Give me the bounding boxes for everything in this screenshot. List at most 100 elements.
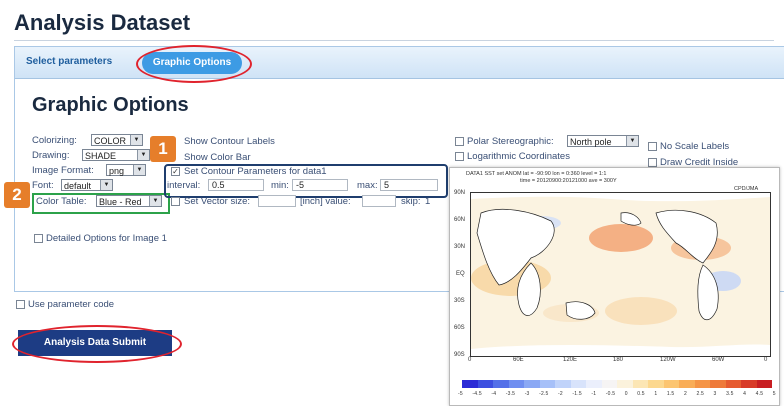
chevron-down-icon: ▼ (626, 136, 638, 146)
log-coords-checkbox[interactable] (455, 152, 464, 161)
chevron-down-icon: ▼ (130, 135, 142, 145)
color-scale-tick-label: -4 (491, 391, 497, 397)
colorizing-value: COLOR (94, 136, 127, 146)
highlight-oval-tab (136, 45, 252, 83)
color-scale-swatch (694, 380, 710, 388)
lat-label: 60N (454, 217, 466, 223)
drawing-value: SHADE (85, 151, 117, 161)
lat-label: 90S (454, 352, 465, 358)
lon-label: 120W (660, 357, 676, 363)
set-vector-checkbox[interactable] (171, 197, 180, 206)
color-scale-tick-label: 0.5 (637, 391, 645, 397)
lon-label: 120E (563, 357, 578, 363)
lon-label: 60W (712, 357, 725, 363)
set-vector-label: Set Vector size: (184, 196, 251, 207)
map-svg (471, 193, 770, 356)
detailed-options-checkbox[interactable] (34, 234, 43, 243)
color-scale-swatch (586, 380, 602, 388)
color-scale-bar (462, 380, 772, 388)
use-param-code-checkbox[interactable] (16, 300, 25, 309)
drawing-label: Drawing: (32, 150, 70, 161)
image-format-select[interactable]: png ▼ (106, 164, 146, 176)
color-scale-tick-label: 1 (654, 391, 658, 397)
lon-label: 180 (613, 357, 624, 363)
color-scale-tick-label: -1 (591, 391, 597, 397)
color-scale-tick-label: 2 (683, 391, 687, 397)
highlight-oval-submit (12, 325, 182, 363)
lat-label: EQ (456, 271, 465, 277)
page-title: Analysis Dataset (14, 10, 191, 35)
color-scale-tick-label: -2.5 (539, 391, 549, 397)
vector-value-input[interactable] (362, 195, 396, 207)
lat-label: 30S (454, 298, 465, 304)
map-header-line2: time = 20120900:20121000 ave = 300Y (520, 178, 617, 184)
sst-anomaly-map (470, 192, 771, 357)
colorizing-label: Colorizing: (32, 135, 77, 146)
font-label: Font: (32, 180, 54, 191)
show-color-bar-label[interactable]: Show Color Bar (184, 152, 251, 163)
color-scale-swatch (632, 380, 648, 388)
detailed-options-label: Detailed Options for Image 1 (46, 233, 167, 244)
color-scale-tick-label: -3.5 (505, 391, 516, 397)
font-value: default (64, 181, 92, 191)
color-scale-swatch (663, 380, 679, 388)
vector-size-input[interactable] (258, 195, 296, 207)
color-scale-swatch (710, 380, 726, 388)
use-param-code-label: Use parameter code (28, 299, 115, 310)
chevron-down-icon: ▼ (137, 150, 149, 160)
polar-select[interactable]: North pole ▼ (567, 135, 639, 147)
no-scale-label: No Scale Labels (660, 141, 730, 152)
colorizing-select[interactable]: COLOR ▼ (91, 134, 143, 146)
polar-label: Polar Stereographic: (467, 136, 554, 147)
color-scale-swatch (539, 380, 555, 388)
color-scale-swatch (524, 380, 540, 388)
vector-inch-label: [inch] value: (300, 196, 351, 207)
color-scale-swatch (570, 380, 586, 388)
color-scale-tick-label: 2.5 (696, 391, 705, 397)
polar-checkbox[interactable] (455, 137, 464, 146)
skip-value[interactable]: 1 (425, 196, 430, 207)
section-title: Graphic Options (32, 94, 189, 116)
color-scale-swatch (555, 380, 571, 388)
highlight-box-contour (164, 164, 448, 198)
chevron-down-icon: ▼ (100, 180, 112, 190)
show-contour-labels-label[interactable]: Show Contour Labels (184, 136, 275, 147)
color-scale-tick-label: 3.5 (726, 391, 734, 397)
color-scale-swatch (601, 380, 617, 388)
chevron-down-icon: ▼ (133, 165, 145, 175)
color-scale-swatch (756, 380, 772, 388)
skip-label: skip: (401, 196, 421, 207)
color-scale-swatch (617, 380, 633, 388)
lat-label: 90N (454, 190, 466, 196)
color-scale-tick-label: 4.5 (755, 391, 764, 397)
polar-value: North pole (570, 137, 612, 147)
highlight-box-color-table (32, 193, 170, 214)
color-scale-swatch (679, 380, 695, 388)
color-scale-swatch (493, 380, 509, 388)
color-scale-swatch (725, 380, 741, 388)
color-scale-tick-label: -3 (524, 391, 530, 397)
draw-credit-checkbox[interactable] (648, 158, 657, 167)
color-scale-labels: -5 -4.5 -4 -3.5 -3 -2.5 -2 -1.5 -1 -0.5 0 0.5 1 1.5 2 2… (458, 391, 776, 397)
map-header-line1: DATA1 SST set ANOM lat = -90:90 lon = 0:… (466, 171, 607, 177)
font-select[interactable]: default ▼ (61, 179, 113, 191)
color-scale-swatch (508, 380, 524, 388)
color-scale-swatch (477, 380, 493, 388)
color-scale-tick-label: -0.5 (605, 391, 616, 397)
color-scale-tick-label: 5 (772, 391, 776, 397)
color-scale-swatch (741, 380, 757, 388)
color-scale-tick-label: -5 (458, 391, 463, 397)
color-scale-tick-label: 3 (713, 391, 717, 397)
tab-bar (15, 47, 784, 79)
step-badge-2: 2 (4, 182, 30, 208)
color-scale-tick-label: -4.5 (472, 391, 482, 397)
no-scale-checkbox[interactable] (648, 142, 657, 151)
drawing-select[interactable]: SHADE ▼ (82, 149, 150, 161)
lon-label: 0 (468, 357, 472, 363)
tab-select-parameters[interactable]: Select parameters (26, 56, 112, 67)
color-scale-tick-label: 1.5 (666, 391, 675, 397)
step-badge-1: 1 (150, 136, 176, 162)
title-divider (14, 40, 774, 41)
image-format-label: Image Format: (32, 165, 94, 176)
color-scale-swatch (648, 380, 664, 388)
